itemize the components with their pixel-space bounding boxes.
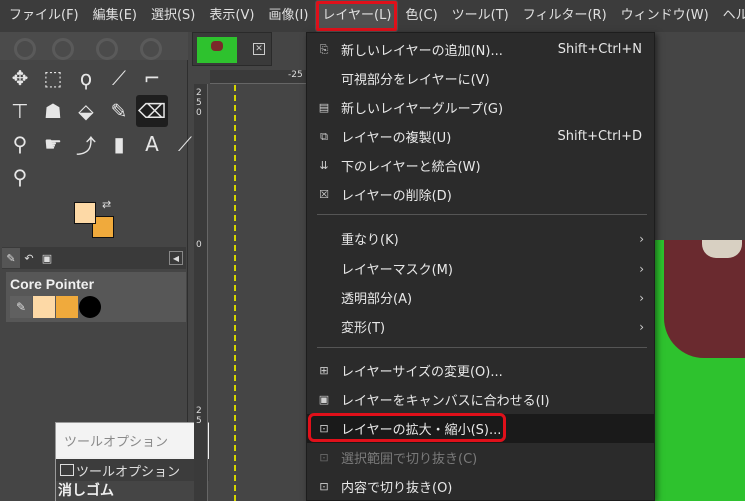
crop-selection-icon: ⊡	[319, 451, 329, 464]
close-icon[interactable]: ✕	[253, 43, 265, 55]
color-selector: ⇄	[70, 198, 120, 244]
brush-swatch-row: ✎	[10, 296, 101, 318]
image-content-highlight	[702, 240, 742, 258]
clone-tool-icon[interactable]: ⚲	[4, 128, 36, 160]
new-layer-icon: ⎘	[319, 42, 329, 56]
brush-name: Core Pointer	[10, 276, 95, 292]
brushes-tab-icon[interactable]: ✎	[2, 248, 20, 268]
menu-filters[interactable]: フィルター(R)	[516, 0, 614, 32]
chevron-right-icon: ›	[639, 231, 644, 246]
vertical-ruler[interactable]: 2 5 0 0 2 5	[194, 84, 208, 501]
annotation-highlight	[308, 413, 506, 442]
menu-item-crop-to-selection: ⊡ 選択範囲で切り抜き(C)	[307, 443, 654, 472]
smudge-tool-icon[interactable]: ☛	[37, 128, 69, 160]
ruler-label: 2	[196, 406, 202, 416]
paths-tool-icon[interactable]: ⤴	[70, 128, 102, 160]
text-tool-icon[interactable]: A	[136, 128, 168, 160]
crop-tool-icon[interactable]: ⌐	[136, 62, 168, 94]
menu-item-transparency[interactable]: 透明部分(A) ›	[307, 283, 654, 312]
move-tool-icon[interactable]: ✥	[4, 62, 36, 94]
paintbrush-tool-icon[interactable]: ✎	[103, 95, 135, 127]
new-group-icon: ▤	[318, 101, 330, 114]
brush-shape-icon[interactable]	[79, 296, 101, 318]
eraser-tool-icon[interactable]: ⌫	[136, 95, 168, 127]
ruler-label: 5	[196, 98, 202, 108]
image-content-shape	[664, 240, 745, 358]
layer-size-icon: ⊞	[319, 364, 329, 377]
delete-icon: ☒	[319, 188, 329, 201]
menu-layer[interactable]: レイヤー(L)	[315, 0, 399, 32]
fit-canvas-icon: ▣	[318, 393, 330, 406]
image-tab[interactable]: ✕	[192, 32, 272, 66]
ruler-label: 2	[196, 88, 202, 98]
horizontal-ruler[interactable]: -25	[210, 70, 320, 84]
menu-bar: ファイル(F) 編集(E) 選択(S) 表示(V) 画像(I) レイヤー(L) …	[0, 0, 745, 32]
menu-item-stack[interactable]: 重なり(K) ›	[307, 224, 654, 253]
fg-color-chip[interactable]	[33, 296, 55, 318]
foreground-color-swatch[interactable]	[74, 202, 96, 224]
chevron-right-icon: ›	[639, 261, 644, 276]
dock-menu-icon[interactable]: ◀	[169, 251, 183, 265]
ruler-label: 0	[196, 240, 202, 250]
images-tab-icon[interactable]: ▣	[38, 248, 56, 268]
ink-tool-icon[interactable]: ▮	[103, 128, 135, 160]
menu-separator	[317, 347, 647, 348]
menu-tools[interactable]: ツール(T)	[445, 0, 516, 32]
rect-select-tool-icon[interactable]: ⬚	[37, 62, 69, 94]
unified-transform-tool-icon[interactable]: ⊤	[4, 95, 36, 127]
menu-separator	[317, 214, 647, 215]
eraser-brush-icon[interactable]: ✎	[10, 296, 32, 318]
tool-options-icon	[60, 464, 74, 476]
swap-colors-icon[interactable]: ⇄	[102, 198, 111, 211]
brush-dock-tabs: ✎ ↶ ▣ ◀	[2, 247, 186, 269]
menu-item-new-layer-group[interactable]: ▤ 新しいレイヤーグループ(G)	[307, 93, 654, 122]
crop-content-icon: ⊡	[319, 480, 329, 493]
menu-help[interactable]: ヘルプ(H)	[716, 0, 745, 32]
merge-down-icon: ⇊	[319, 159, 329, 172]
menu-item-crop-to-content[interactable]: ⊡ 内容で切り抜き(O)	[307, 472, 654, 501]
zoom-tool-icon[interactable]: ⚲	[4, 161, 36, 193]
menu-item-layer-boundary-size[interactable]: ⊞ レイヤーサイズの変更(O)...	[307, 356, 654, 385]
warp-tool-icon[interactable]: ☗	[37, 95, 69, 127]
chevron-right-icon: ›	[639, 290, 644, 305]
menu-item-layer-to-image-size[interactable]: ▣ レイヤーをキャンバスに合わせる(I)	[307, 385, 654, 414]
ruler-label: -25	[288, 70, 303, 80]
menu-select[interactable]: 選択(S)	[144, 0, 202, 32]
tool-grid: ✥ ⬚ ϙ ⟋ ⌐ ⊤ ☗ ⬙ ✎ ⌫ ⚲ ☛ ⤴ ▮ A ⟋ ⚲	[4, 62, 201, 193]
ruler-label: 0	[196, 108, 202, 118]
menu-item-merge-down[interactable]: ⇊ 下のレイヤーと統合(W)	[307, 151, 654, 180]
menu-item-new-from-visible[interactable]: 可視部分をレイヤーに(V)	[307, 64, 654, 93]
menu-item-layer-mask[interactable]: レイヤーマスク(M) ›	[307, 254, 654, 283]
menu-colors[interactable]: 色(C)	[398, 0, 444, 32]
menu-item-transform[interactable]: 変形(T) ›	[307, 312, 654, 341]
duplicate-icon: ⧉	[320, 129, 328, 143]
menu-file[interactable]: ファイル(F)	[2, 0, 86, 32]
image-thumbnail	[197, 37, 237, 63]
menu-item-delete-layer[interactable]: ☒ レイヤーの削除(D)	[307, 180, 654, 209]
menu-item-duplicate-layer[interactable]: ⧉ レイヤーの複製(U) Shift+Ctrl+D	[307, 122, 654, 151]
brushes-panel: Core Pointer ✎	[6, 272, 186, 322]
free-select-tool-icon[interactable]: ϙ	[70, 62, 102, 94]
ruler-label: 5	[196, 416, 202, 426]
menu-item-new-layer[interactable]: ⎘ 新しいレイヤーの追加(N)... Shift+Ctrl+N	[307, 35, 654, 64]
tool-options-tab-label: ツールオプション	[76, 464, 181, 480]
bg-color-chip[interactable]	[56, 296, 78, 318]
fuzzy-select-tool-icon[interactable]: ⟋	[103, 62, 135, 94]
wilber-decoration	[0, 32, 188, 60]
menu-image[interactable]: 画像(I)	[261, 0, 315, 32]
menu-edit[interactable]: 編集(E)	[86, 0, 144, 32]
chevron-right-icon: ›	[639, 319, 644, 334]
layer-boundary-guide	[234, 85, 236, 501]
undo-history-tab-icon[interactable]: ↶	[20, 248, 38, 268]
menu-view[interactable]: 表示(V)	[202, 0, 261, 32]
menu-windows[interactable]: ウィンドウ(W)	[614, 0, 716, 32]
bucket-fill-tool-icon[interactable]: ⬙	[70, 95, 102, 127]
